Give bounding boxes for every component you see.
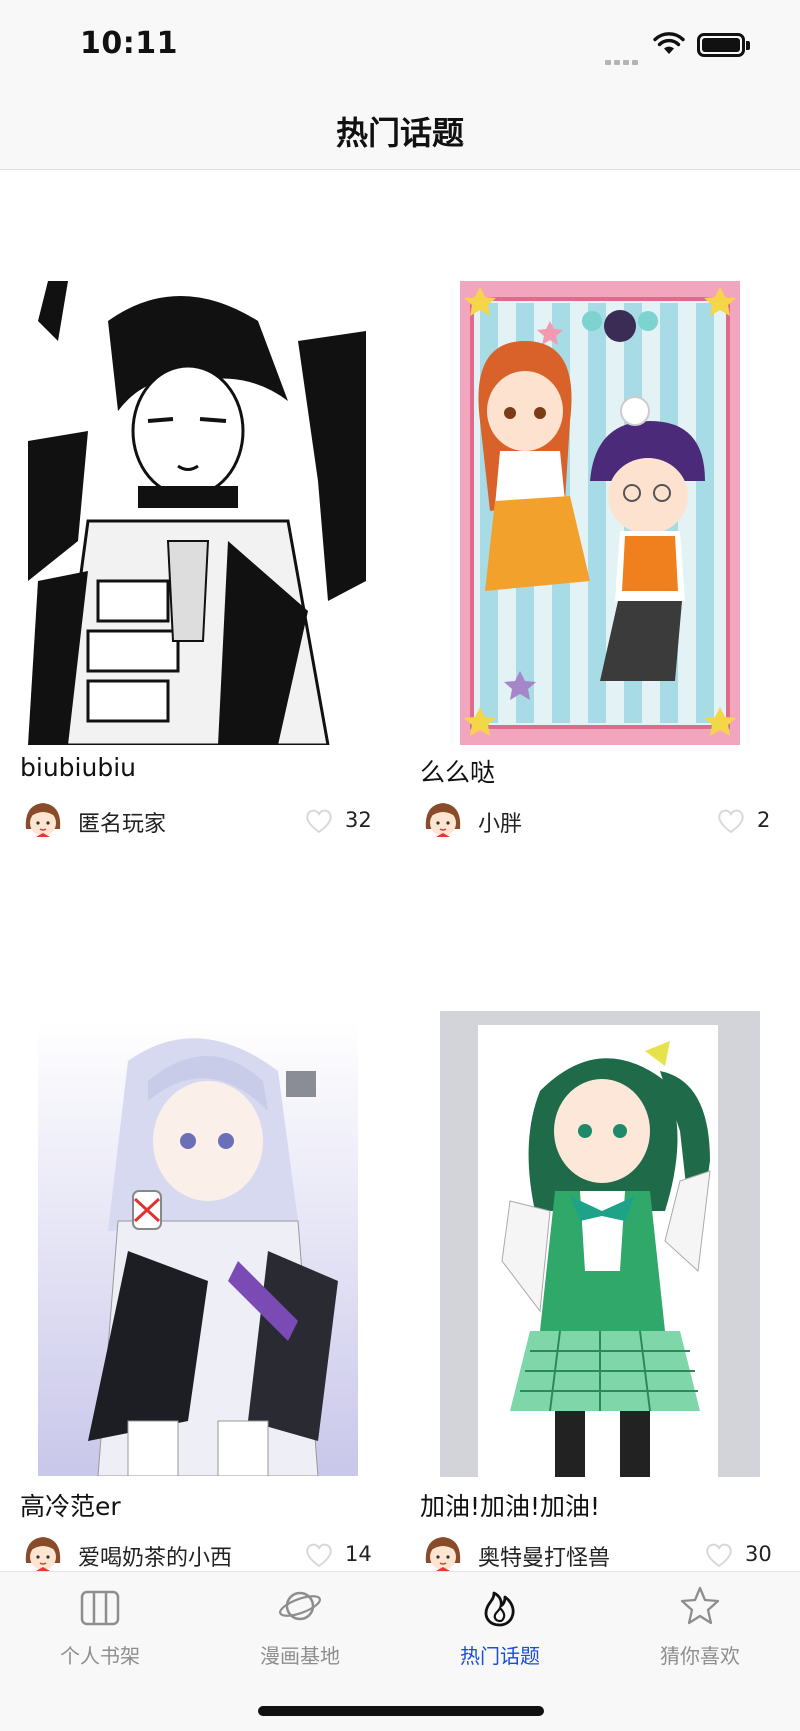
status-bar: 10:11	[0, 0, 800, 90]
page-title: 热门话题	[335, 114, 464, 152]
like-count: 14	[345, 1542, 372, 1566]
tab-label: 热门话题	[460, 1644, 540, 1668]
like-count: 32	[345, 808, 372, 832]
topic-cover-image[interactable]	[460, 281, 740, 745]
chibi-illustration	[460, 281, 740, 745]
author-name[interactable]: 奥特曼打怪兽	[478, 1540, 610, 1571]
cellular-signal-icon	[605, 50, 641, 69]
topic-cover-image[interactable]	[38, 1021, 358, 1476]
navigation-bar: 热门话题	[0, 90, 800, 170]
home-indicator[interactable]	[258, 1706, 544, 1716]
topic-cover-image[interactable]	[28, 281, 366, 745]
heart-icon[interactable]	[716, 807, 746, 835]
star-icon	[680, 1586, 720, 1625]
topic-cover-image[interactable]	[440, 1011, 760, 1477]
topic-grid[interactable]: biubiubiu 匿名玩家 32 么么哒 小胖 2 高冷范er 爱喝奶茶的小西…	[0, 171, 800, 1571]
author-name[interactable]: 匿名玩家	[78, 806, 166, 838]
avatar	[25, 1537, 61, 1571]
tab-hot-topics[interactable]: 热门话题	[400, 1572, 600, 1682]
author-name[interactable]: 小胖	[478, 806, 522, 838]
wifi-icon	[653, 32, 685, 54]
topic-card[interactable]: 加油!加油!加油! 奥特曼打怪兽 30	[400, 1011, 772, 1571]
topic-card[interactable]: biubiubiu 匿名玩家 32	[0, 171, 372, 837]
anime-illustration	[38, 1021, 358, 1476]
topic-card[interactable]: 么么哒 小胖 2	[400, 171, 770, 837]
author-name[interactable]: 爱喝奶茶的小西	[78, 1540, 232, 1571]
topic-card[interactable]: 高冷范er 爱喝奶茶的小西 14	[0, 1021, 372, 1571]
bookshelf-icon	[80, 1590, 120, 1626]
like-count: 30	[745, 1542, 772, 1566]
like-count: 2	[757, 808, 771, 832]
tab-bookshelf[interactable]: 个人书架	[0, 1572, 200, 1682]
flame-icon	[484, 1591, 515, 1627]
heart-icon[interactable]	[304, 807, 334, 835]
manga-illustration	[28, 281, 366, 745]
tab-label: 猜你喜欢	[660, 1644, 740, 1668]
status-time: 10:11	[80, 26, 178, 61]
tab-label: 个人书架	[60, 1644, 140, 1668]
avatar	[25, 803, 61, 837]
tab-label: 漫画基地	[260, 1644, 340, 1668]
heart-icon[interactable]	[704, 1541, 734, 1569]
avatar	[425, 1537, 461, 1571]
tab-recommendations[interactable]: 猜你喜欢	[600, 1572, 800, 1682]
avatar	[425, 803, 461, 837]
topic-title[interactable]: 么么哒	[420, 753, 495, 789]
anime-illustration	[440, 1011, 760, 1477]
topic-title[interactable]: 高冷范er	[20, 1487, 121, 1523]
tab-bar: 个人书架 漫画基地 热门话题 猜你喜欢	[0, 1571, 800, 1731]
topic-title[interactable]: biubiubiu	[20, 753, 136, 782]
heart-icon[interactable]	[304, 1541, 334, 1569]
planet-icon	[279, 1591, 321, 1621]
topic-title[interactable]: 加油!加油!加油!	[420, 1487, 600, 1523]
battery-icon	[697, 33, 750, 57]
tab-comic-base[interactable]: 漫画基地	[200, 1572, 400, 1682]
